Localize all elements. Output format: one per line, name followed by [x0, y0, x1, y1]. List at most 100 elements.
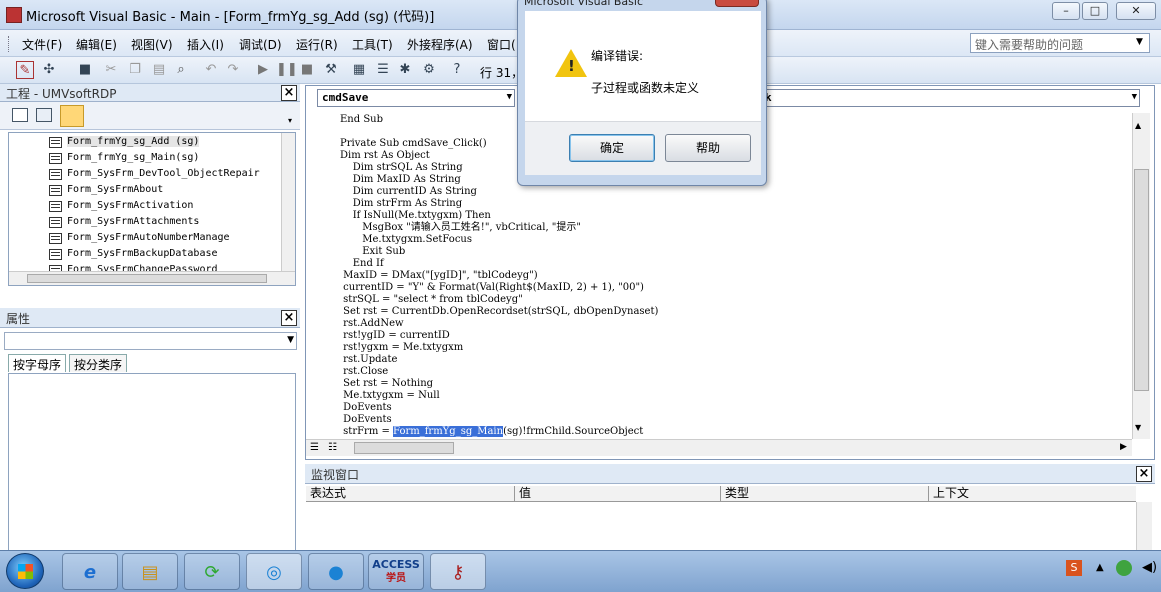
- chevron-down-icon: ▼: [287, 335, 294, 345]
- network-icon[interactable]: [1116, 560, 1132, 576]
- design-mode-icon[interactable]: ⚒: [322, 61, 340, 79]
- ie-icon[interactable]: e: [62, 553, 118, 590]
- save-icon[interactable]: ■: [76, 61, 94, 79]
- tree-item-attachments[interactable]: Form_SysFrmAttachments: [49, 216, 199, 228]
- volume-icon[interactable]: ◀): [1142, 560, 1157, 575]
- ok-button[interactable]: 确定: [569, 134, 655, 162]
- chevron-down-icon: ▼: [1131, 92, 1137, 102]
- form-icon: [49, 233, 62, 244]
- close-project-icon[interactable]: ×: [281, 85, 297, 101]
- properties-title: 属性: [6, 312, 31, 326]
- help-icon[interactable]: ?: [448, 61, 466, 79]
- cut-icon[interactable]: ✂: [102, 61, 120, 79]
- toggle-folders-icon[interactable]: [60, 105, 84, 127]
- menu-run[interactable]: 运行(R): [296, 36, 338, 53]
- module-view-icon[interactable]: ☷: [328, 442, 337, 453]
- col-context[interactable]: 上下文: [929, 486, 1136, 502]
- tree-item-autonumber[interactable]: Form_SysFrmAutoNumberManage: [49, 232, 230, 244]
- compile-error-dialog: Microsoft Visual Basic ! 编译错误: 子过程或函数未定义…: [517, 0, 767, 186]
- tree-item-form-main[interactable]: Form_frmYg_sg_Main(sg): [49, 152, 199, 164]
- paste-icon[interactable]: ▤: [150, 61, 168, 79]
- toolbox-icon[interactable]: ⚙: [420, 61, 438, 79]
- properties-window-icon[interactable]: ☰: [374, 61, 392, 79]
- code-line: MaxID = DMax("[ygID]", "tblCodeyg"): [340, 270, 538, 281]
- sogou-icon[interactable]: S: [1066, 560, 1082, 576]
- object-browser-icon[interactable]: ✱: [396, 61, 414, 79]
- minimize-button[interactable]: –: [1052, 2, 1080, 20]
- find-icon[interactable]: ⌕: [172, 61, 190, 79]
- start-button[interactable]: [6, 553, 44, 589]
- access-icon[interactable]: ACCESS 学员: [368, 553, 424, 590]
- toolbar-overflow-icon[interactable]: ▾: [288, 116, 292, 125]
- tab-alphabetic[interactable]: 按字母序: [8, 354, 67, 372]
- tray-expand-icon[interactable]: ▲: [1096, 562, 1104, 573]
- refresh-icon[interactable]: ⟳: [184, 553, 240, 590]
- tree-item-activation[interactable]: Form_SysFrmActivation: [49, 200, 193, 212]
- form-icon: [49, 249, 62, 260]
- watch-vscrollbar[interactable]: [1136, 502, 1152, 550]
- menu-tools[interactable]: 工具(T): [352, 36, 393, 53]
- vba-icon[interactable]: ⚷: [430, 553, 486, 590]
- scroll-up-icon[interactable]: ▲: [1135, 121, 1141, 130]
- object-combo[interactable]: cmdSave ▼: [317, 89, 515, 107]
- code-hscroll-thumb[interactable]: [354, 442, 454, 454]
- project-title: 工程 - UMVsoftRDP: [6, 87, 117, 101]
- code-line: DoEvents: [340, 414, 392, 425]
- scroll-down-icon[interactable]: ▼: [1135, 423, 1141, 432]
- chevron-down-icon: ▼: [506, 92, 512, 102]
- tree-hscroll-thumb[interactable]: [27, 274, 267, 283]
- tree-item-about[interactable]: Form_SysFrmAbout: [49, 184, 163, 196]
- help-dropdown-icon[interactable]: ▼: [1136, 37, 1143, 47]
- insert-object-icon[interactable]: ✣: [40, 61, 58, 79]
- qq-icon[interactable]: ●: [308, 553, 364, 590]
- code-line: rst!ygxm = Me.txtygxm: [340, 342, 464, 353]
- code-vscroll-thumb[interactable]: [1134, 169, 1149, 391]
- access-view-icon[interactable]: ✎: [16, 61, 34, 79]
- code-vscrollbar[interactable]: ▲ ▼: [1132, 113, 1150, 439]
- redo-icon[interactable]: ↷: [224, 61, 242, 79]
- undo-icon[interactable]: ↶: [202, 61, 220, 79]
- menu-view[interactable]: 视图(V): [131, 36, 173, 53]
- help-button[interactable]: 帮助: [665, 134, 751, 162]
- procedure-combo[interactable]: k ▼: [760, 89, 1140, 107]
- menu-window[interactable]: 窗口(: [487, 36, 516, 53]
- code-line: End Sub: [340, 114, 384, 125]
- copy-icon[interactable]: ❐: [126, 61, 144, 79]
- break-icon[interactable]: ❚❚: [276, 61, 298, 79]
- close-watch-icon[interactable]: ×: [1136, 466, 1152, 482]
- reset-icon[interactable]: ■: [298, 61, 316, 79]
- col-type[interactable]: 类型: [721, 486, 929, 502]
- code-hscrollbar[interactable]: ☰ ☷ ▶: [306, 439, 1132, 456]
- tree-item-backup[interactable]: Form_SysFrmBackupDatabase: [49, 248, 218, 260]
- properties-object-select[interactable]: ▼: [4, 332, 297, 350]
- scroll-right-icon[interactable]: ▶: [1120, 442, 1127, 452]
- explorer-icon[interactable]: ▤: [122, 553, 178, 590]
- maximize-button[interactable]: □: [1082, 2, 1108, 20]
- procedure-view-icon[interactable]: ☰: [310, 442, 319, 453]
- run-icon[interactable]: ▶: [254, 61, 272, 79]
- menu-insert[interactable]: 插入(I): [187, 36, 224, 53]
- help-search-input[interactable]: 键入需要帮助的问题: [970, 33, 1150, 53]
- close-window-button[interactable]: ✕: [1116, 2, 1156, 20]
- menu-file[interactable]: 文件(F): [22, 36, 62, 53]
- dialog-title: Microsoft Visual Basic: [524, 0, 644, 8]
- close-properties-icon[interactable]: ×: [281, 310, 297, 326]
- menu-edit[interactable]: 编辑(E): [76, 36, 117, 53]
- browser-icon[interactable]: ◎: [246, 553, 302, 590]
- view-code-icon[interactable]: [12, 108, 28, 122]
- tree-vscrollbar[interactable]: [281, 133, 295, 271]
- tab-categorized[interactable]: 按分类序: [69, 354, 128, 372]
- tree-item-objectrepair[interactable]: Form_SysFrm_DevTool_ObjectRepair: [49, 168, 260, 180]
- tree-hscrollbar[interactable]: [9, 271, 295, 285]
- menu-addins[interactable]: 外接程序(A): [407, 36, 473, 53]
- project-toolbar: ▾: [0, 102, 300, 130]
- menu-debug[interactable]: 调试(D): [239, 36, 282, 53]
- col-value[interactable]: 值: [515, 486, 721, 502]
- dialog-close-button[interactable]: [715, 0, 759, 7]
- project-explorer-icon[interactable]: ▦: [350, 61, 368, 79]
- view-object-icon[interactable]: [36, 108, 52, 122]
- tree-item-form-add[interactable]: Form_frmYg_sg_Add (sg): [49, 136, 200, 148]
- col-expression[interactable]: 表达式: [306, 486, 515, 502]
- selected-text: Form_frmYg_sg_Main: [393, 426, 504, 437]
- code-line: strSQL = "select * from tblCodeyg": [340, 294, 523, 305]
